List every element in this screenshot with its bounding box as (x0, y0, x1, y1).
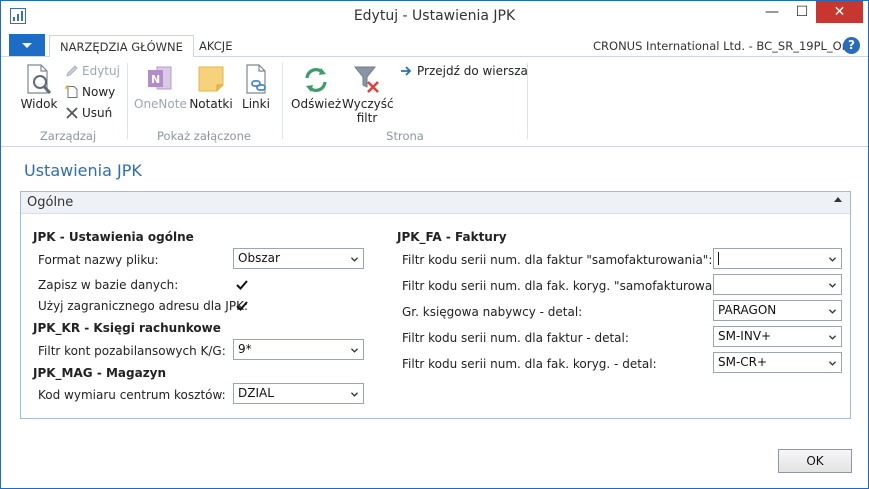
refresh-button[interactable]: Odśwież (291, 63, 341, 111)
group-page-label: Strona (386, 129, 424, 143)
fa-retail-invoice-filter-value: SM-INV+ (718, 329, 772, 343)
fa-retail-corr-filter-label: Filtr kodu serii num. dla fak. koryg. - … (402, 357, 657, 371)
delete-button[interactable]: Usuń (65, 106, 112, 120)
chevron-down-icon (829, 283, 836, 288)
goto-row-label: Przejdź do wiersza (417, 64, 528, 78)
fa-self-invoice-filter-label: Filtr kodu serii num. dla faktur "samofa… (402, 253, 713, 267)
ribbon-tab-bar: NARZĘDZIA GŁÓWNE AKCJE CRONUS Internatio… (1, 33, 868, 58)
fa-self-invoice-filter-select[interactable] (713, 248, 842, 269)
file-name-format-select[interactable]: Obszar (233, 248, 364, 269)
maximize-button[interactable]: ☐ (788, 1, 816, 23)
section-kr-heading: JPK_KR - Księgi rachunkowe (33, 321, 221, 335)
group-separator (527, 63, 528, 139)
fa-retail-invoice-filter-label: Filtr kodu serii num. dla faktur - detal… (402, 331, 629, 345)
arrow-right-icon (401, 66, 412, 76)
group-attached-label: Pokaż załączone (157, 129, 251, 143)
chevron-down-icon (351, 392, 358, 397)
save-in-db-checkbox[interactable] (235, 278, 249, 292)
links-button[interactable]: Linki (237, 63, 275, 111)
customer-posting-group-select[interactable]: PARAGON (713, 300, 842, 321)
use-foreign-address-checkbox[interactable] (235, 299, 249, 313)
onenote-icon: N (148, 66, 172, 90)
delete-x-icon (66, 107, 78, 119)
notes-label: Notatki (189, 97, 233, 111)
view-label: Widok (20, 97, 58, 111)
clear-filter-label-2: filtr (356, 111, 378, 125)
ok-button[interactable]: OK (778, 449, 852, 473)
ribbon: Widok Edytuj Nowy Usuń Zarządzaj N OneNo… (1, 57, 868, 147)
chevron-down-icon (351, 257, 358, 262)
fasttab-header[interactable]: Ogólne (21, 192, 850, 214)
goto-row-button[interactable]: Przejdź do wiersza (400, 64, 528, 78)
file-name-format-label: Format nazwy pliku: (38, 253, 159, 267)
link-document-icon (246, 64, 266, 94)
page-title: Ustawienia JPK (24, 161, 142, 180)
window-title: Edytuj - Ustawienia JPK (353, 8, 516, 24)
svg-text:N: N (151, 73, 160, 86)
tab-actions[interactable]: AKCJE (189, 35, 242, 58)
cost-center-dim-label: Kod wymiaru centrum kosztów: (38, 388, 226, 402)
chevron-down-icon (829, 361, 836, 366)
view-button[interactable]: Widok (17, 63, 61, 111)
cost-center-dim-select[interactable]: DZIAL (233, 383, 364, 404)
offbalance-filter-select[interactable]: 9* (233, 339, 364, 360)
section-general-heading: JPK - Ustawienia ogólne (33, 230, 194, 244)
cost-center-dim-value: DZIAL (238, 386, 274, 400)
fa-self-corr-filter-label: Filtr kodu serii num. dla fak. koryg. "s… (402, 279, 741, 293)
refresh-icon (305, 68, 327, 92)
file-name-format-value: Obszar (238, 251, 280, 265)
close-button[interactable]: ✕ (816, 1, 863, 23)
chevron-down-icon (351, 348, 358, 353)
fa-self-corr-filter-select[interactable] (713, 274, 842, 295)
tab-home[interactable]: NARZĘDZIA GŁÓWNE (49, 35, 194, 58)
customer-posting-group-label: Gr. księgowa nabywcy - detal: (402, 305, 583, 319)
sticky-note-icon (198, 66, 224, 92)
section-mag-heading: JPK_MAG - Magazyn (33, 366, 167, 380)
section-fa-heading: JPK_FA - Faktury (397, 230, 507, 244)
clear-filter-label-1: Wyczyść (342, 97, 394, 111)
company-name: CRONUS International Ltd. - BC_SR_19PL_O… (593, 39, 860, 53)
offbalance-filter-value: 9* (238, 342, 252, 356)
delete-label: Usuń (82, 106, 113, 120)
customer-posting-group-value: PARAGON (718, 303, 777, 317)
chevron-down-icon (22, 42, 32, 48)
title-bar: Edytuj - Ustawienia JPK — ☐ ✕ (1, 1, 868, 32)
text-cursor (718, 252, 719, 265)
chevron-down-icon (829, 257, 836, 262)
chevron-down-icon (829, 309, 836, 314)
group-manage-label: Zarządzaj (39, 129, 97, 143)
refresh-label: Odśwież (291, 97, 342, 111)
fasttab-general: Ogólne JPK - Ustawienia ogólne Format na… (20, 191, 851, 419)
links-label: Linki (242, 97, 270, 111)
save-in-db-label: Zapisz w bazie danych: (38, 278, 179, 292)
fa-retail-invoice-filter-select[interactable]: SM-INV+ (713, 326, 842, 347)
chevron-up-icon[interactable] (834, 197, 842, 202)
edit-label: Edytuj (82, 64, 120, 78)
edit-window: Edytuj - Ustawienia JPK — ☐ ✕ NARZĘDZIA … (0, 0, 869, 489)
pencil-icon (66, 65, 78, 77)
new-button[interactable]: Nowy (65, 85, 115, 99)
group-separator (127, 63, 128, 139)
edit-button[interactable]: Edytuj (65, 64, 120, 78)
clear-filter-button[interactable]: Wyczyść filtr (342, 63, 394, 125)
offbalance-filter-label: Filtr kont pozabilansowych K/G: (38, 344, 226, 358)
group-separator (282, 63, 283, 139)
view-icon (27, 64, 52, 95)
application-menu-button[interactable] (9, 34, 45, 56)
fa-retail-corr-filter-select[interactable]: SM-CR+ (713, 352, 842, 373)
clear-filter-icon (353, 66, 379, 93)
new-label: Nowy (82, 85, 116, 99)
help-icon[interactable]: ? (843, 37, 860, 54)
onenote-label: OneNote (134, 97, 187, 111)
chevron-down-icon (829, 335, 836, 340)
onenote-button[interactable]: N OneNote (134, 63, 187, 111)
minimize-button[interactable]: — (758, 1, 786, 23)
fa-retail-corr-filter-value: SM-CR+ (718, 355, 768, 369)
use-foreign-address-label: Użyj zagranicznego adresu dla JPK: (38, 299, 248, 313)
fasttab-title: Ogólne (27, 195, 74, 210)
new-document-icon (65, 85, 78, 98)
notes-button[interactable]: Notatki (189, 63, 233, 111)
